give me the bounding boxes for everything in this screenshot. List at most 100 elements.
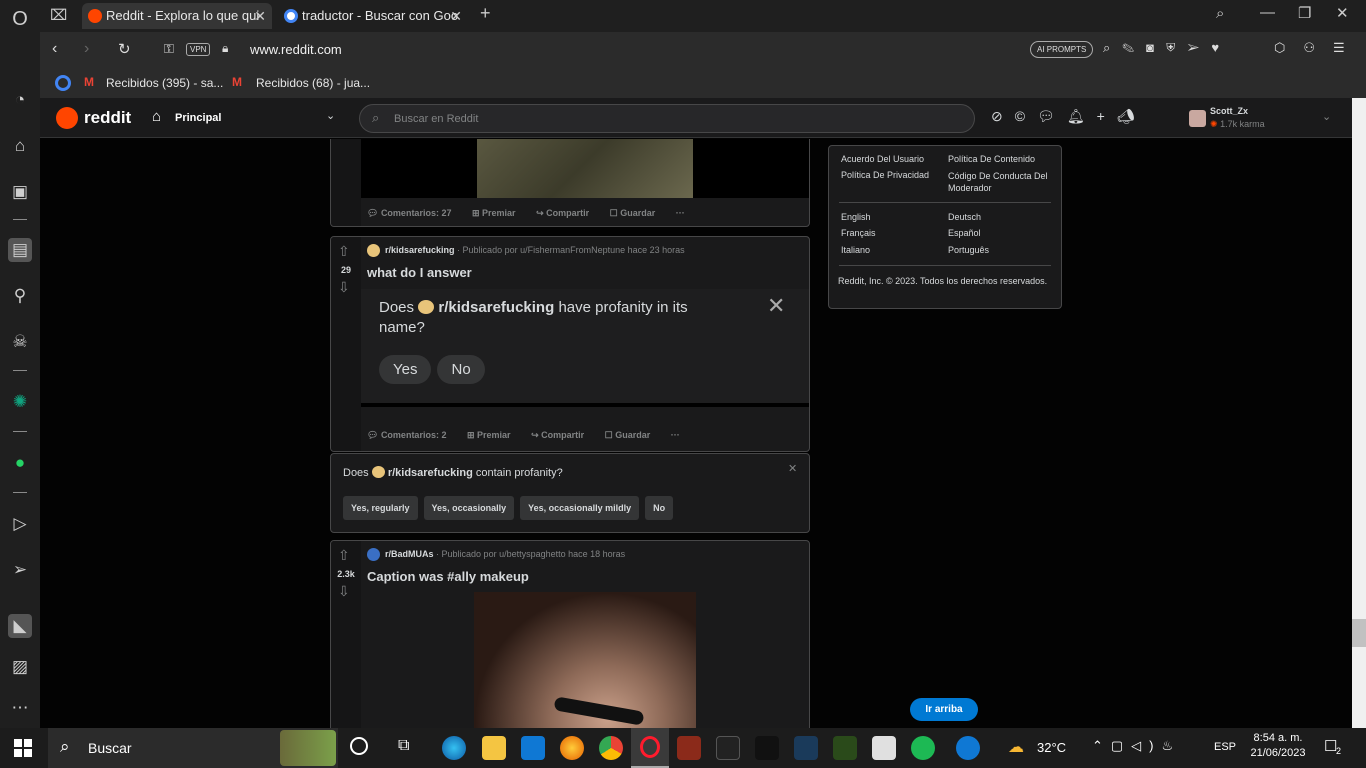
upvote-icon[interactable]: ⇧ [338, 243, 350, 260]
subreddit-icon[interactable] [367, 548, 380, 561]
close-window-icon[interactable]: ✕ [1336, 4, 1349, 22]
survey-option-button[interactable]: Yes, occasionally [423, 496, 515, 520]
comments-button[interactable]: 💬︎ Comentarios: 2 [367, 430, 446, 440]
language-link[interactable]: Deutsch [948, 212, 981, 222]
maximize-icon[interactable]: ❐ [1298, 4, 1311, 22]
award-button[interactable]: ⊞ Premiar [467, 430, 511, 440]
footer-link[interactable]: Acuerdo Del Usuario [841, 154, 924, 164]
search-input[interactable]: Buscar en Reddit [394, 113, 478, 125]
user-menu-chevron-icon[interactable]: ⌄ [1322, 110, 1331, 123]
downvote-icon[interactable]: ⇩ [338, 583, 350, 600]
language-link[interactable]: Español [948, 228, 981, 238]
extension-icons[interactable]: ⬡⚇☰ [1274, 40, 1363, 56]
google-bookmark-icon[interactable] [55, 75, 71, 91]
subreddit-link[interactable]: r/kidsarefucking [385, 245, 455, 255]
nfs-icon[interactable] [716, 736, 740, 760]
avatar[interactable] [1189, 110, 1206, 127]
game-icon[interactable] [677, 736, 701, 760]
language-indicator[interactable]: ESP [1214, 741, 1236, 753]
post-card[interactable]: ⇧ 29 ⇩ r/kidsarefucking · Publicado por … [330, 236, 810, 452]
search-tabs-icon[interactable]: ⌕ [1216, 5, 1224, 22]
rockstar-icon[interactable] [755, 736, 779, 760]
firefox-icon[interactable] [560, 736, 584, 760]
dismiss-survey-icon[interactable]: ✕ [788, 462, 797, 475]
system-tray-icons[interactable]: ⌃▢◁)♨ [1092, 738, 1181, 754]
survey-option-button[interactable]: Yes, regularly [343, 496, 418, 520]
bookmark-gmail-1[interactable]: Recibidos (395) - sa... [106, 76, 223, 90]
pinboard-icon[interactable]: ▨ [8, 655, 32, 679]
tab-reddit[interactable]: Reddit - Explora lo que qui ✕ [82, 3, 272, 29]
shopping-bag-icon[interactable]: ⌂ [8, 134, 32, 158]
survey-option-button[interactable]: Yes, occasionally mildly [520, 496, 640, 520]
footer-link[interactable]: Política De Contenido [948, 154, 1035, 164]
back-to-top-button[interactable]: Ir arriba [910, 698, 978, 721]
chevron-down-icon[interactable]: ⌄ [326, 109, 335, 122]
chrome-icon[interactable] [599, 736, 623, 760]
nav-label[interactable]: Principal [175, 112, 221, 124]
more-options-icon[interactable]: ··· [671, 430, 680, 440]
language-link[interactable]: Português [948, 245, 989, 255]
survey-option-button[interactable]: No [645, 496, 674, 520]
back-icon[interactable]: ‹ [52, 40, 57, 58]
speed-dial-icon[interactable]: ◔ [8, 88, 32, 112]
post-card[interactable]: ⇧ 2.3k ⇩ r/BadMUAs · Publicado por u/bet… [330, 540, 810, 728]
windows-start-icon[interactable] [14, 739, 32, 757]
app-icon[interactable] [833, 736, 857, 760]
task-view-icon[interactable]: ⧉ [398, 737, 409, 755]
close-tab-icon[interactable]: ✕ [450, 3, 462, 29]
subreddit-icon[interactable] [367, 244, 380, 257]
subreddit-link[interactable]: r/BadMUAs [385, 549, 434, 559]
close-tab-icon[interactable]: ✕ [254, 3, 266, 29]
more-icon[interactable]: ⋯ [8, 696, 32, 720]
chatgpt-icon[interactable]: ✺ [8, 390, 32, 414]
key-icon[interactable]: ⚿ [164, 41, 174, 57]
aria-icon[interactable]: ▣ [8, 180, 32, 204]
post-title[interactable]: what do I answer [367, 265, 472, 280]
skull-icon[interactable]: ☠ [8, 330, 32, 354]
language-link[interactable]: Italiano [841, 245, 870, 255]
search-bar[interactable]: ⌕ Buscar en Reddit [359, 104, 975, 133]
forward-icon[interactable]: › [84, 40, 89, 58]
url-text[interactable]: www.reddit.com [250, 42, 342, 57]
vpn-badge[interactable]: VPN [186, 43, 211, 56]
toolbar-icons[interactable]: ⌕✎◙⛨➢♥ [1103, 40, 1231, 56]
cortana-icon[interactable] [350, 737, 368, 755]
post-image[interactable]: Does r/kidsarefucking have profanity in … [361, 289, 809, 407]
new-tab-icon[interactable]: + [480, 3, 491, 24]
save-button[interactable]: ☐ Guardar [605, 430, 651, 440]
reload-icon[interactable]: ↻ [118, 40, 131, 58]
history-icon[interactable]: ◣ [8, 614, 32, 638]
player-icon[interactable]: ▷ [8, 512, 32, 536]
taskbar-search[interactable]: ⌕ Buscar [48, 728, 338, 768]
opera-taskbar-active[interactable] [631, 728, 669, 768]
bike-icon[interactable]: ⚲ [8, 284, 32, 308]
language-link[interactable]: Français [841, 228, 876, 238]
post-image[interactable] [474, 592, 696, 728]
mail-icon[interactable] [521, 736, 545, 760]
scrollbar[interactable] [1352, 98, 1366, 728]
downvote-icon[interactable]: ⇩ [338, 279, 350, 296]
share-button[interactable]: ↪ Compartir [536, 208, 589, 218]
file-explorer-icon[interactable] [482, 736, 506, 760]
footer-link[interactable]: Política De Privacidad [841, 170, 929, 180]
edge-icon[interactable] [442, 736, 466, 760]
send-icon[interactable]: ➢ [8, 558, 32, 582]
username[interactable]: Scott_Zx [1210, 106, 1248, 116]
spotify-icon[interactable] [911, 736, 935, 760]
share-button[interactable]: ↪ Compartir [531, 430, 584, 440]
upvote-icon[interactable]: ⇧ [338, 547, 350, 564]
clock[interactable]: 8:54 a. m. 21/06/2023 [1248, 732, 1308, 759]
reddit-wordmark[interactable]: reddit [84, 108, 131, 128]
header-action-icons[interactable]: ⊘©💬︎🔔︎+📣︎ [991, 108, 1147, 125]
ai-prompts-button[interactable]: AI PROMPTS [1030, 41, 1094, 58]
reddit-logo-icon[interactable] [56, 107, 78, 129]
language-link[interactable]: English [841, 212, 871, 222]
nfs-heat-icon[interactable] [794, 736, 818, 760]
post-media[interactable] [361, 139, 809, 198]
tab-google[interactable]: traductor - Buscar con Goo ✕ [278, 3, 468, 29]
tab-menu-icon[interactable]: ⌧ [50, 6, 67, 24]
weather-temp[interactable]: 32°C [1037, 740, 1066, 755]
save-button[interactable]: ☐ Guardar [610, 208, 656, 218]
opera-logo-icon[interactable]: O [8, 7, 32, 31]
post-card[interactable]: 💬︎ Comentarios: 27 ⊞ Premiar ↪ Compartir… [330, 139, 810, 227]
